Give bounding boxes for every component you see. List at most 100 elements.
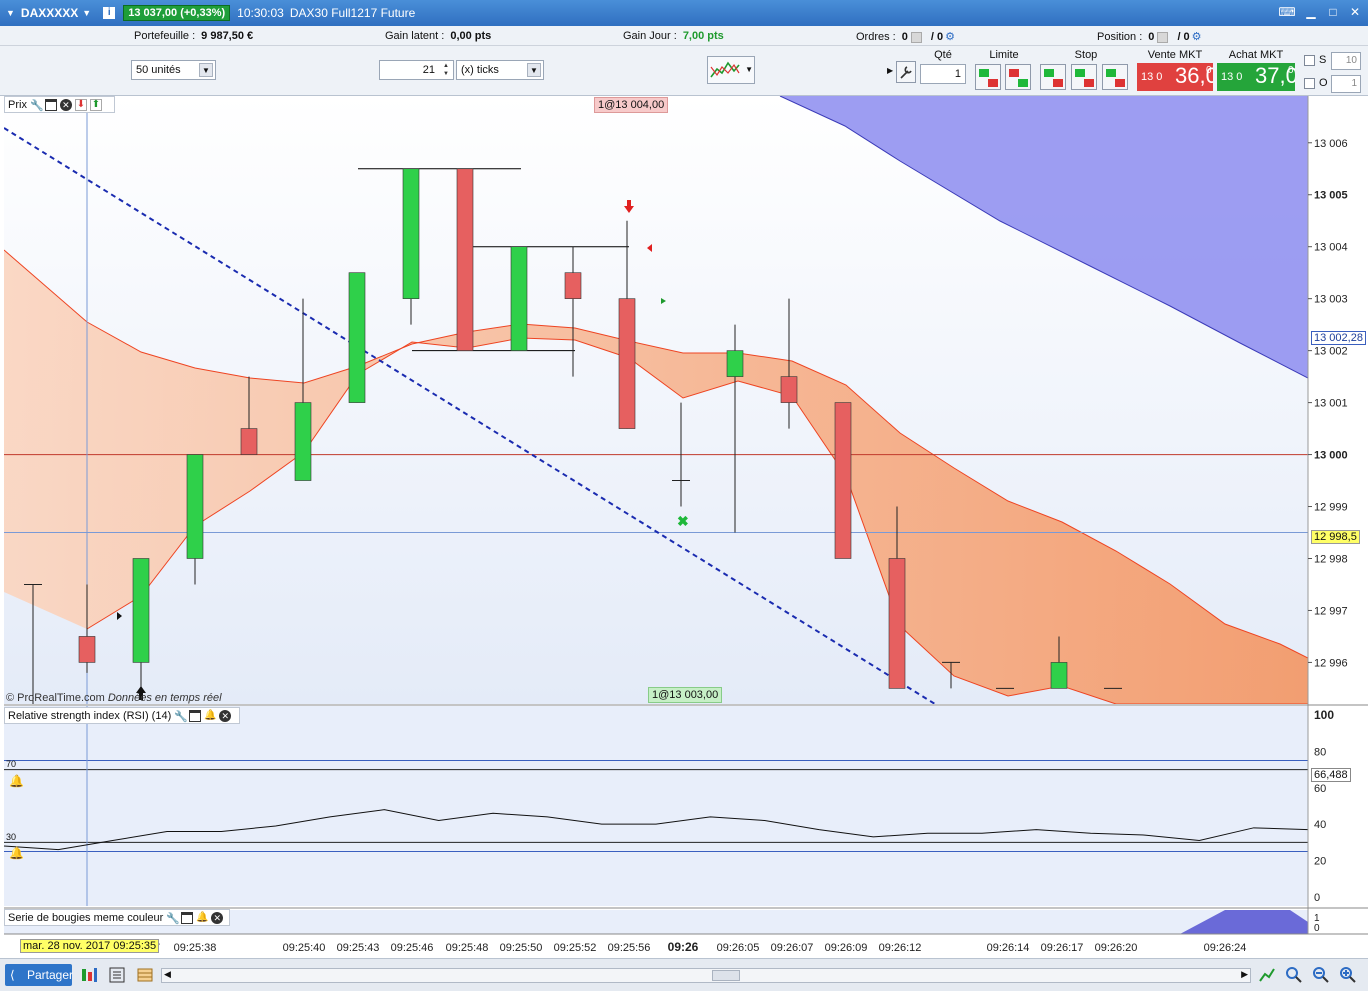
rsi-level-70: 70 — [6, 759, 17, 769]
contract-name: DAX30 Full1217 Future — [289, 6, 416, 20]
order-label-bottom[interactable]: 1@13 003,00 — [648, 687, 723, 703]
close-icon[interactable]: ✕ — [1346, 4, 1364, 21]
keyboard-icon[interactable]: ⌨ — [1276, 4, 1298, 21]
close-position-icon[interactable] — [1157, 31, 1169, 43]
wrench-icon[interactable]: 🔧 — [30, 99, 44, 112]
chart-type-button[interactable]: ▼ — [707, 56, 755, 84]
candle-body — [834, 402, 852, 559]
time-axis-label: 09:26 — [668, 940, 699, 954]
o-input[interactable]: 1 — [1331, 75, 1361, 93]
series-panel-header: Serie de bougies meme couleur 🔧 🔔 ✕ — [4, 909, 230, 926]
zoom-out-icon[interactable] — [1312, 966, 1330, 984]
candle-body — [240, 428, 258, 455]
time-axis-label: 09:25:40 — [283, 942, 326, 954]
window-icon[interactable] — [189, 709, 202, 722]
ordres: Ordres :0 / 0 ⚙ — [856, 31, 956, 43]
wrench-icon[interactable]: 🔧 — [166, 912, 180, 925]
list-icon[interactable] — [108, 966, 126, 984]
stop-buy-button[interactable] — [1040, 64, 1066, 90]
s-input[interactable]: 10 — [1331, 52, 1361, 70]
last-price-badge: 13 037,00 (+0,33%) — [123, 5, 231, 21]
candle-body — [456, 168, 474, 351]
minimize-icon[interactable]: ▁ — [1302, 4, 1320, 21]
rsi-panel-header: Relative strength index (RSI) (14) 🔧 🔔 ✕ — [4, 707, 240, 724]
symbol-dropdown-icon[interactable]: ▼ — [6, 8, 15, 18]
share-button[interactable]: ⟨ Partager — [5, 964, 73, 986]
stop-sell-button[interactable] — [1071, 64, 1097, 90]
status-bar: ⟨ Partager ◀ ▶ — [0, 958, 1368, 991]
candle-body — [1050, 662, 1068, 689]
time-axis-label: 09:25:46 — [391, 942, 434, 954]
time-axis-label: 09:25:50 — [500, 942, 543, 954]
clock-time: 10:30:03 — [237, 6, 284, 20]
chevron-down-icon[interactable]: ▼ — [527, 63, 541, 77]
zoom-in-icon[interactable] — [1339, 966, 1357, 984]
current-price-tag: 12 998,5 — [1311, 530, 1360, 544]
ticks-number-input[interactable]: 21 ▲ ▼ — [379, 60, 454, 80]
candle-body — [132, 558, 150, 663]
spinner-icon[interactable]: ▲ ▼ — [440, 62, 452, 78]
candle-body — [780, 376, 798, 403]
position-settings-icon[interactable]: ⚙ — [1192, 31, 1202, 43]
collapse-arrow-icon[interactable]: ▶ — [887, 66, 893, 75]
order-label-top[interactable]: 1@13 004,00 — [594, 97, 669, 113]
time-axis: 709:25:3809:25:4009:25:4309:25:4609:25:4… — [154, 940, 1246, 954]
candle-body — [402, 168, 420, 299]
close-icon[interactable]: ✕ — [211, 911, 224, 924]
chevron-down-icon[interactable]: ▼ — [199, 63, 213, 77]
price-axis-label: 13 004 — [1314, 242, 1348, 254]
stop-bracket-button[interactable] — [1102, 64, 1128, 90]
cancel-orders-icon[interactable] — [910, 31, 922, 43]
maximize-icon[interactable]: □ — [1324, 4, 1342, 21]
bell-icon[interactable]: 🔔 — [196, 912, 208, 924]
qty-input[interactable]: 1 — [920, 64, 966, 84]
chart-area[interactable]: ✖ 100 80 60 40 20 0 13 006 13 005 13 004 13 003 1… — [0, 96, 1368, 954]
chevron-down-icon[interactable]: ▼ — [745, 65, 753, 74]
close-icon[interactable]: ✕ — [219, 709, 232, 722]
arrow-up-icon[interactable]: ⬆ — [89, 98, 102, 111]
units-select[interactable]: 50 unités ▼ — [131, 60, 216, 80]
close-icon[interactable]: ✕ — [59, 98, 72, 111]
chart-canvas[interactable]: ✖ 100 80 60 40 20 0 13 006 13 005 13 004 13 003 1… — [0, 96, 1368, 958]
rsi-panel-bg — [4, 706, 1308, 906]
horizontal-scrollbar[interactable]: ◀ ▶ — [161, 968, 1251, 983]
zoom-area-icon[interactable] — [1285, 966, 1303, 984]
window-icon[interactable] — [44, 98, 57, 111]
o-checkbox[interactable] — [1304, 78, 1315, 89]
ticks-type-select[interactable]: (x) ticks ▼ — [456, 60, 544, 80]
time-axis-label: 09:26:09 — [825, 942, 868, 954]
limit-buy-button[interactable] — [975, 64, 1001, 90]
symbol-menu-icon[interactable]: ▼ — [82, 8, 91, 18]
candle-body — [888, 558, 906, 689]
alert-bell-icon[interactable]: 🔔 — [9, 774, 24, 788]
orders-settings-icon[interactable]: ⚙ — [945, 31, 955, 43]
alert-bell-icon[interactable]: 🔔 — [9, 846, 24, 860]
s-checkbox[interactable] — [1304, 55, 1315, 66]
wrench-icon[interactable] — [896, 61, 916, 83]
auto-scale-icon[interactable] — [1258, 966, 1276, 984]
candle-body — [348, 272, 366, 403]
achat-mkt-label: Achat MKT — [1228, 49, 1284, 61]
copyright-text: © ProRealTime.com Données en temps réel — [6, 692, 222, 704]
sell-market-button[interactable]: 13 0 36,0 0 — [1137, 63, 1213, 91]
position: Position :0 / 0 ⚙ — [1097, 31, 1202, 43]
time-axis-label: 09:26:17 — [1041, 942, 1084, 954]
title-bar: ▼ DAXXXXX ▼ i 13 037,00 (+0,33%) 10:30:0… — [0, 0, 1368, 26]
indicators-icon[interactable] — [80, 966, 98, 984]
window-icon[interactable] — [181, 911, 194, 924]
s-label: S — [1319, 54, 1327, 66]
limit-sell-button[interactable] — [1005, 64, 1031, 90]
wrench-icon[interactable]: 🔧 — [174, 710, 188, 723]
qty-label: Qté — [934, 49, 952, 61]
buy-market-button[interactable]: 13 0 37,0 0 — [1217, 63, 1295, 91]
scroll-right-icon[interactable]: ▶ — [1241, 969, 1248, 980]
scroll-left-icon[interactable]: ◀ — [164, 969, 171, 980]
bell-icon[interactable]: 🔔 — [204, 710, 216, 722]
table-icon[interactable] — [136, 966, 154, 984]
exit-cross-marker: ✖ — [677, 513, 689, 529]
info-icon[interactable]: i — [103, 7, 116, 19]
candle-body — [726, 350, 744, 377]
scroll-thumb[interactable] — [712, 970, 740, 981]
arrow-down-icon[interactable]: ⬇ — [74, 98, 87, 111]
symbol-name[interactable]: DAXXXXX — [21, 6, 78, 20]
